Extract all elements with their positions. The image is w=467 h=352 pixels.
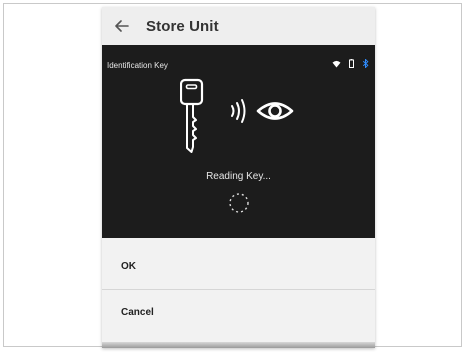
loading-spinner-icon	[229, 193, 249, 213]
reading-status-text: Reading Key...	[206, 171, 271, 182]
app-bar: Store Unit	[102, 7, 375, 45]
status-icons	[332, 59, 369, 68]
key-scan-illustration	[180, 78, 294, 153]
action-sheet: OK Cancel	[102, 238, 375, 348]
cancel-button[interactable]: Cancel	[102, 290, 375, 335]
signal-waves-icon	[231, 99, 246, 123]
eye-icon	[256, 102, 294, 120]
key-icon	[180, 78, 204, 153]
bluetooth-icon	[362, 59, 369, 68]
arrow-left-icon	[115, 20, 129, 32]
battery-icon	[349, 59, 354, 68]
back-button[interactable]	[108, 7, 136, 45]
status-bar-label: Identification Key	[107, 61, 168, 70]
page-title: Store Unit	[146, 17, 219, 35]
wifi-icon	[332, 60, 341, 68]
ok-button[interactable]: OK	[102, 244, 375, 290]
device-screen: Store Unit Identification Key Reading Ke…	[102, 7, 375, 348]
sheet-shadow	[102, 342, 375, 348]
scan-screen: Identification Key Reading Key...	[102, 45, 375, 238]
